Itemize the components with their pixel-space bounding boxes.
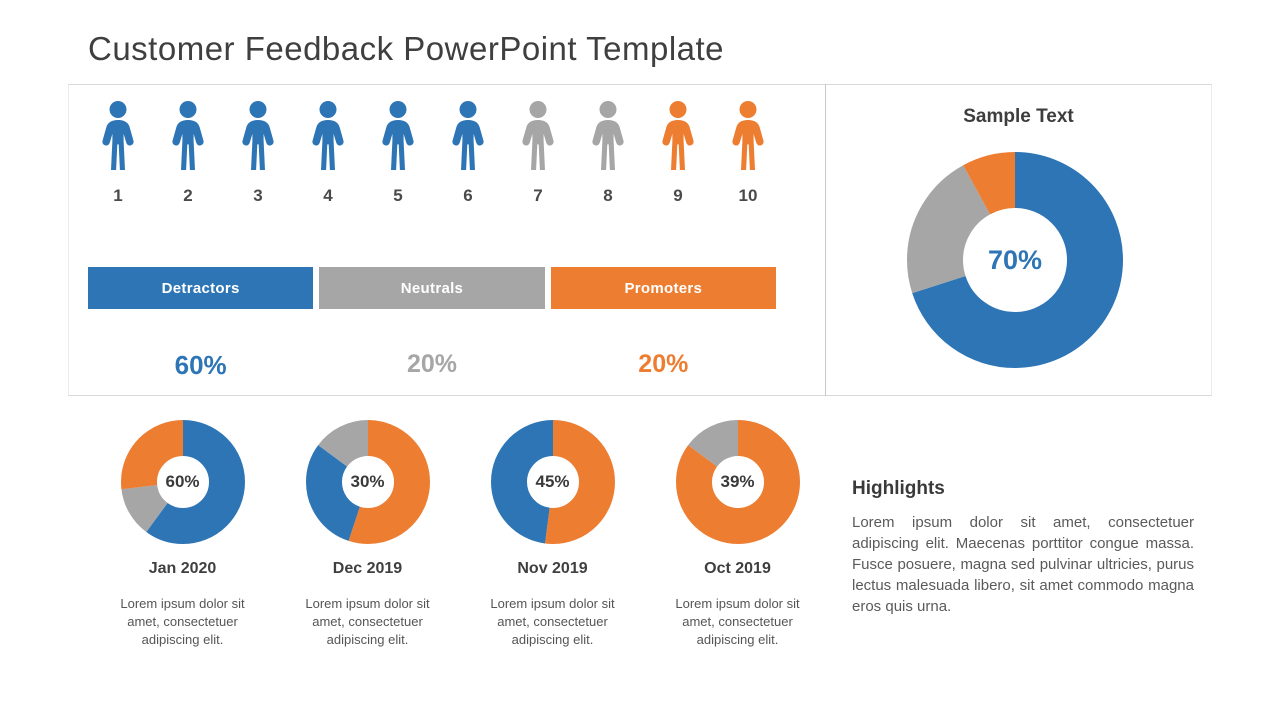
donut-chart-wrap: 39% <box>675 420 800 544</box>
person-scale-item-5[interactable]: 5 <box>368 100 428 206</box>
segment-percent-neutrals: 20% <box>406 350 458 378</box>
main-donut-svg <box>907 152 1123 368</box>
donut-month-label: Jan 2020 <box>148 560 217 577</box>
person-scale-number: 5 <box>393 186 403 205</box>
person-icon <box>172 101 204 170</box>
page-title: Customer Feedback PowerPoint Template <box>88 30 725 67</box>
person-scale-number: 4 <box>323 186 333 205</box>
donut-caption: Lorem ipsum dolor sit amet, consectetuer… <box>305 596 430 647</box>
donut-caption: Lorem ipsum dolor sit amet, consectetuer… <box>490 596 615 647</box>
person-icon <box>242 101 274 170</box>
person-scale-number: 10 <box>738 186 758 205</box>
person-scale-item-10[interactable]: 10 <box>718 100 778 206</box>
person-icon <box>382 101 414 170</box>
donut-month-label: Dec 2019 <box>332 560 403 577</box>
person-scale-item-1[interactable]: 1 <box>88 100 148 206</box>
donut-jan-2020-svg <box>120 420 245 544</box>
person-scale-item-8[interactable]: 8 <box>578 100 638 206</box>
sample-text-title: Sample Text <box>963 106 1074 127</box>
monthly-donut-nov-2019[interactable]: 45% Nov 2019 Lorem ipsum dolor sit amet, c… <box>480 420 625 649</box>
segment-bar-detractors[interactable]: Detractors <box>88 267 314 309</box>
person-scale-item-2[interactable]: 2 <box>158 100 218 206</box>
person-scale-number: 3 <box>253 186 263 205</box>
monthly-donut-row: 60% Jan 2020 Lorem ipsum dolor sit amet, c… <box>110 420 810 649</box>
donut-nov-2019-svg <box>490 420 615 544</box>
segment-bar-neutrals[interactable]: Neutrals <box>319 267 545 309</box>
person-icon <box>522 101 554 170</box>
person-scale-number: 9 <box>673 186 683 205</box>
person-icon <box>452 101 484 170</box>
donut-chart-wrap: 45% <box>490 420 615 544</box>
person-scale-item-6[interactable]: 6 <box>438 100 498 206</box>
person-scale-number: 7 <box>533 186 543 205</box>
panel-vertical-divider <box>825 84 826 396</box>
highlights-body: Lorem ipsum dolor sit amet, consectetuer… <box>852 514 1194 615</box>
person-icon <box>312 101 344 170</box>
person-scale-item-7[interactable]: 7 <box>508 100 568 206</box>
donut-chart-wrap: 60% <box>120 420 245 544</box>
donut-chart-wrap: 30% <box>305 420 430 544</box>
segment-percent-row: 60% 20% 20% <box>88 350 776 381</box>
segment-percent-detractors: 60% <box>174 350 227 380</box>
monthly-donut-jan-2020[interactable]: 60% Jan 2020 Lorem ipsum dolor sit amet, c… <box>110 420 255 649</box>
person-scale-item-3[interactable]: 3 <box>228 100 288 206</box>
main-donut-chart <box>907 152 1123 373</box>
person-scale-number: 8 <box>603 186 613 205</box>
monthly-donut-oct-2019[interactable]: 39% Oct 2019 Lorem ipsum dolor sit amet, c… <box>665 420 810 649</box>
person-icon <box>732 101 764 170</box>
segment-bars: Detractors Neutrals Promoters <box>88 267 776 309</box>
highlights-title: Highlights <box>852 478 945 499</box>
person-scale-number: 2 <box>183 186 193 205</box>
donut-dec-2019-svg <box>305 420 430 544</box>
slide-canvas: Customer Feedback PowerPoint Template 1 2… <box>0 0 1280 720</box>
donut-caption: Lorem ipsum dolor sit amet, consectetuer… <box>120 596 245 647</box>
person-scale-item-9[interactable]: 9 <box>648 100 708 206</box>
person-scale-item-4[interactable]: 4 <box>298 100 358 206</box>
donut-caption: Lorem ipsum dolor sit amet, consectetuer… <box>675 596 800 647</box>
segment-percent-promoters: 20% <box>638 350 689 378</box>
person-icon <box>592 101 624 170</box>
monthly-donut-dec-2019[interactable]: 30% Dec 2019 Lorem ipsum dolor sit amet, c… <box>295 420 440 649</box>
people-scale-row: 1 2 3 4 5 6 7 8 9 10 <box>88 100 778 206</box>
donut-month-label: Nov 2019 <box>517 560 588 577</box>
person-icon <box>662 101 694 170</box>
person-scale-number: 6 <box>463 186 473 205</box>
person-icon <box>102 101 134 170</box>
segment-bar-promoters[interactable]: Promoters <box>550 267 776 309</box>
person-scale-number: 1 <box>113 186 123 205</box>
donut-month-label: Oct 2019 <box>704 560 771 577</box>
donut-oct-2019-svg <box>675 420 800 544</box>
